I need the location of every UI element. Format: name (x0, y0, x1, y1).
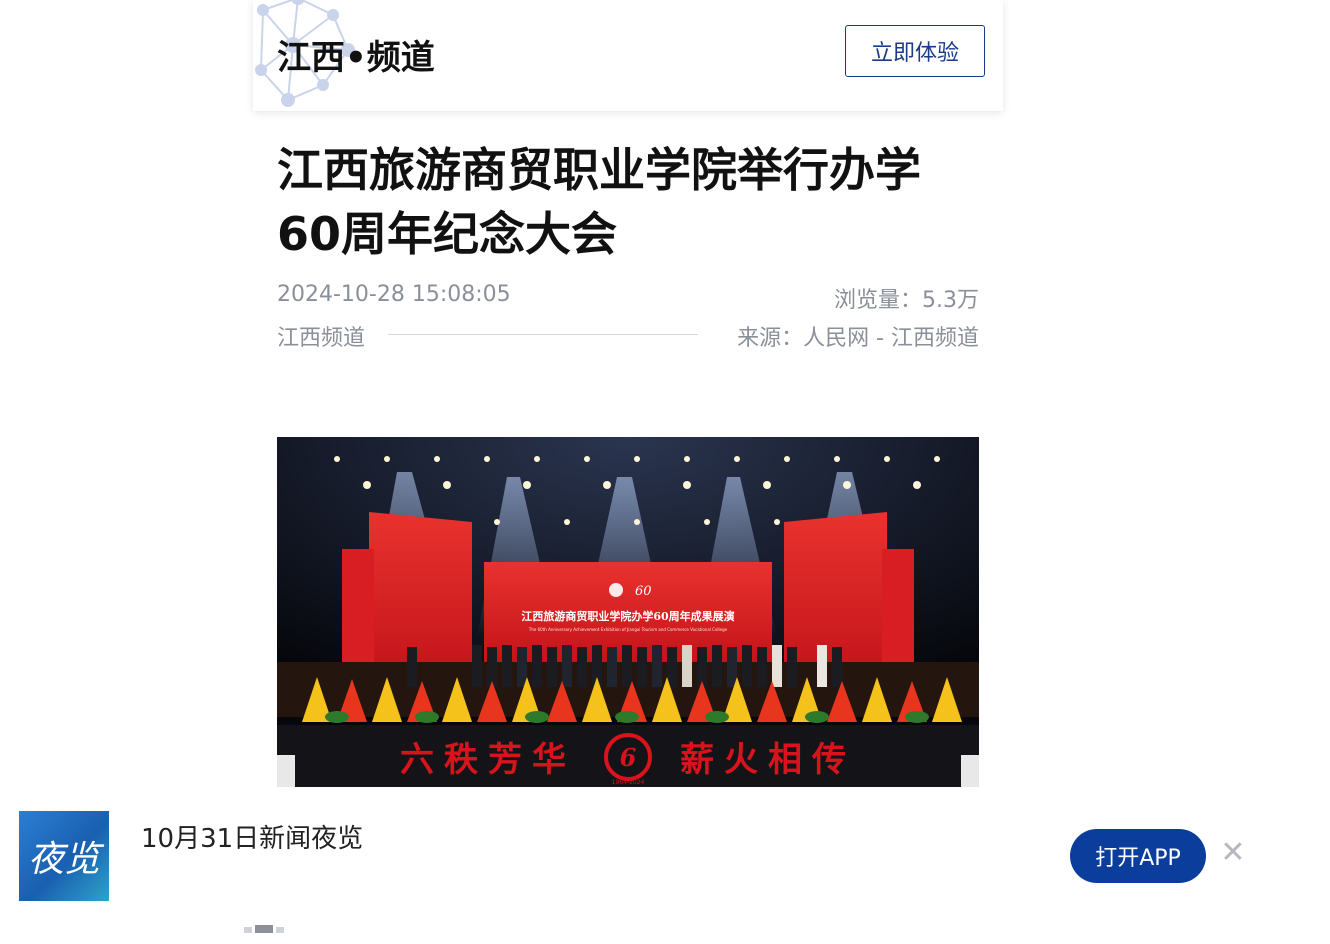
open-app-button[interactable]: 打开APP (1070, 829, 1206, 883)
article-title: 江西旅游商贸职业学院举行办学60周年纪念大会 (277, 143, 921, 261)
carousel-dot-active (255, 925, 273, 933)
try-now-button[interactable]: 立即体验 (845, 25, 985, 77)
publish-date: 2024-10-28 15:08:05 (277, 282, 511, 307)
carousel-dot (244, 927, 252, 933)
stage-banner: 六秩芳华 薪火相传 (277, 732, 979, 781)
banner-right-text: 薪火相传 (680, 740, 856, 780)
screen-subtitle: The 60th Anniversary Achievement Exhibit… (528, 627, 728, 632)
channel-header: 江西•频道 立即体验 (253, 0, 1003, 111)
close-icon[interactable]: ✕ (1218, 838, 1248, 868)
banner-left-text: 六秩芳华 (400, 740, 576, 780)
view-count: 浏览量：5.3万 (834, 288, 979, 313)
article-hero-image[interactable]: 60 江西旅游商贸职业学院办学60周年成果展演 The 60th Anniver… (277, 437, 979, 787)
svg-text:60: 60 (635, 584, 652, 599)
channel-title: 江西•频道 (277, 38, 435, 78)
screen-title: 江西旅游商贸职业学院办学60周年成果展演 (521, 609, 734, 623)
news-night-logo[interactable]: 夜览 (19, 811, 109, 901)
carousel-indicator (244, 925, 284, 933)
channel-link[interactable]: 江西频道 (277, 320, 365, 352)
app-news-title[interactable]: 10月31日新闻夜览 (141, 818, 363, 855)
meta-divider (388, 334, 698, 335)
carousel-dot (276, 927, 284, 933)
article-source: 来源：人民网 - 江西频道 (737, 326, 979, 351)
